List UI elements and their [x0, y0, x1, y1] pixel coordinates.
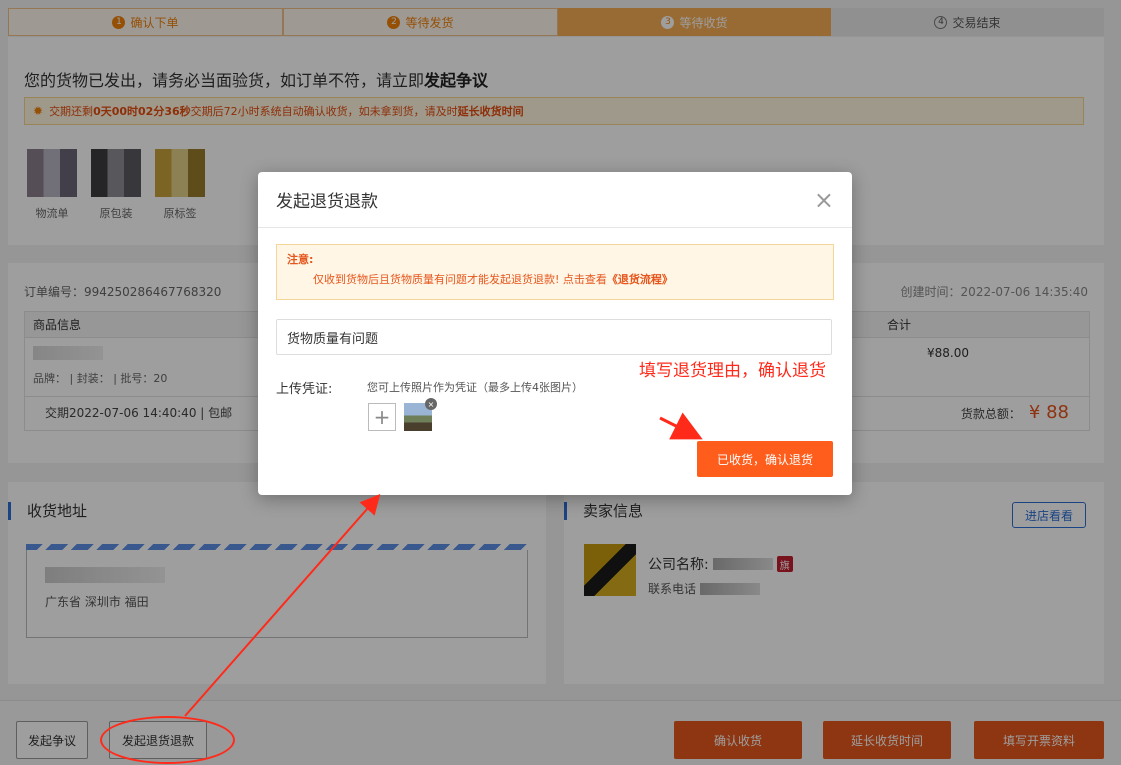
highlight-circle: [100, 716, 235, 764]
return-refund-dialog: 发起退货退款 × 注意: 仅收到货物后且货物质量有问题才能发起退货退款! 点击查…: [258, 172, 852, 495]
upload-label: 上传凭证:: [276, 382, 333, 397]
return-process-link[interactable]: 《退货流程》: [607, 273, 673, 286]
uploaded-image-thumb[interactable]: ×: [404, 398, 437, 431]
warning-body: 仅收到货物后且货物质量有问题才能发起退货退款! 点击查看《退货流程》: [287, 271, 823, 287]
warning-text: 仅收到货物后且货物质量有问题才能发起退货退款! 点击查看: [313, 273, 607, 286]
dialog-header: 发起退货退款 ×: [258, 172, 852, 228]
dialog-title: 发起退货退款: [276, 192, 378, 212]
delete-image-icon[interactable]: ×: [425, 398, 437, 410]
annotation-text: 填写退货理由，确认退货: [639, 361, 826, 381]
upload-hint: 您可上传照片作为凭证（最多上传4张图片）: [367, 381, 583, 394]
add-image-button[interactable]: +: [368, 403, 396, 431]
close-icon[interactable]: ×: [814, 186, 834, 214]
confirm-return-button[interactable]: 已收货，确认退货: [697, 441, 833, 477]
warning-box: 注意: 仅收到货物后且货物质量有问题才能发起退货退款! 点击查看《退货流程》: [276, 244, 834, 300]
return-reason-input[interactable]: [276, 319, 832, 355]
warning-title: 注意:: [287, 253, 314, 266]
